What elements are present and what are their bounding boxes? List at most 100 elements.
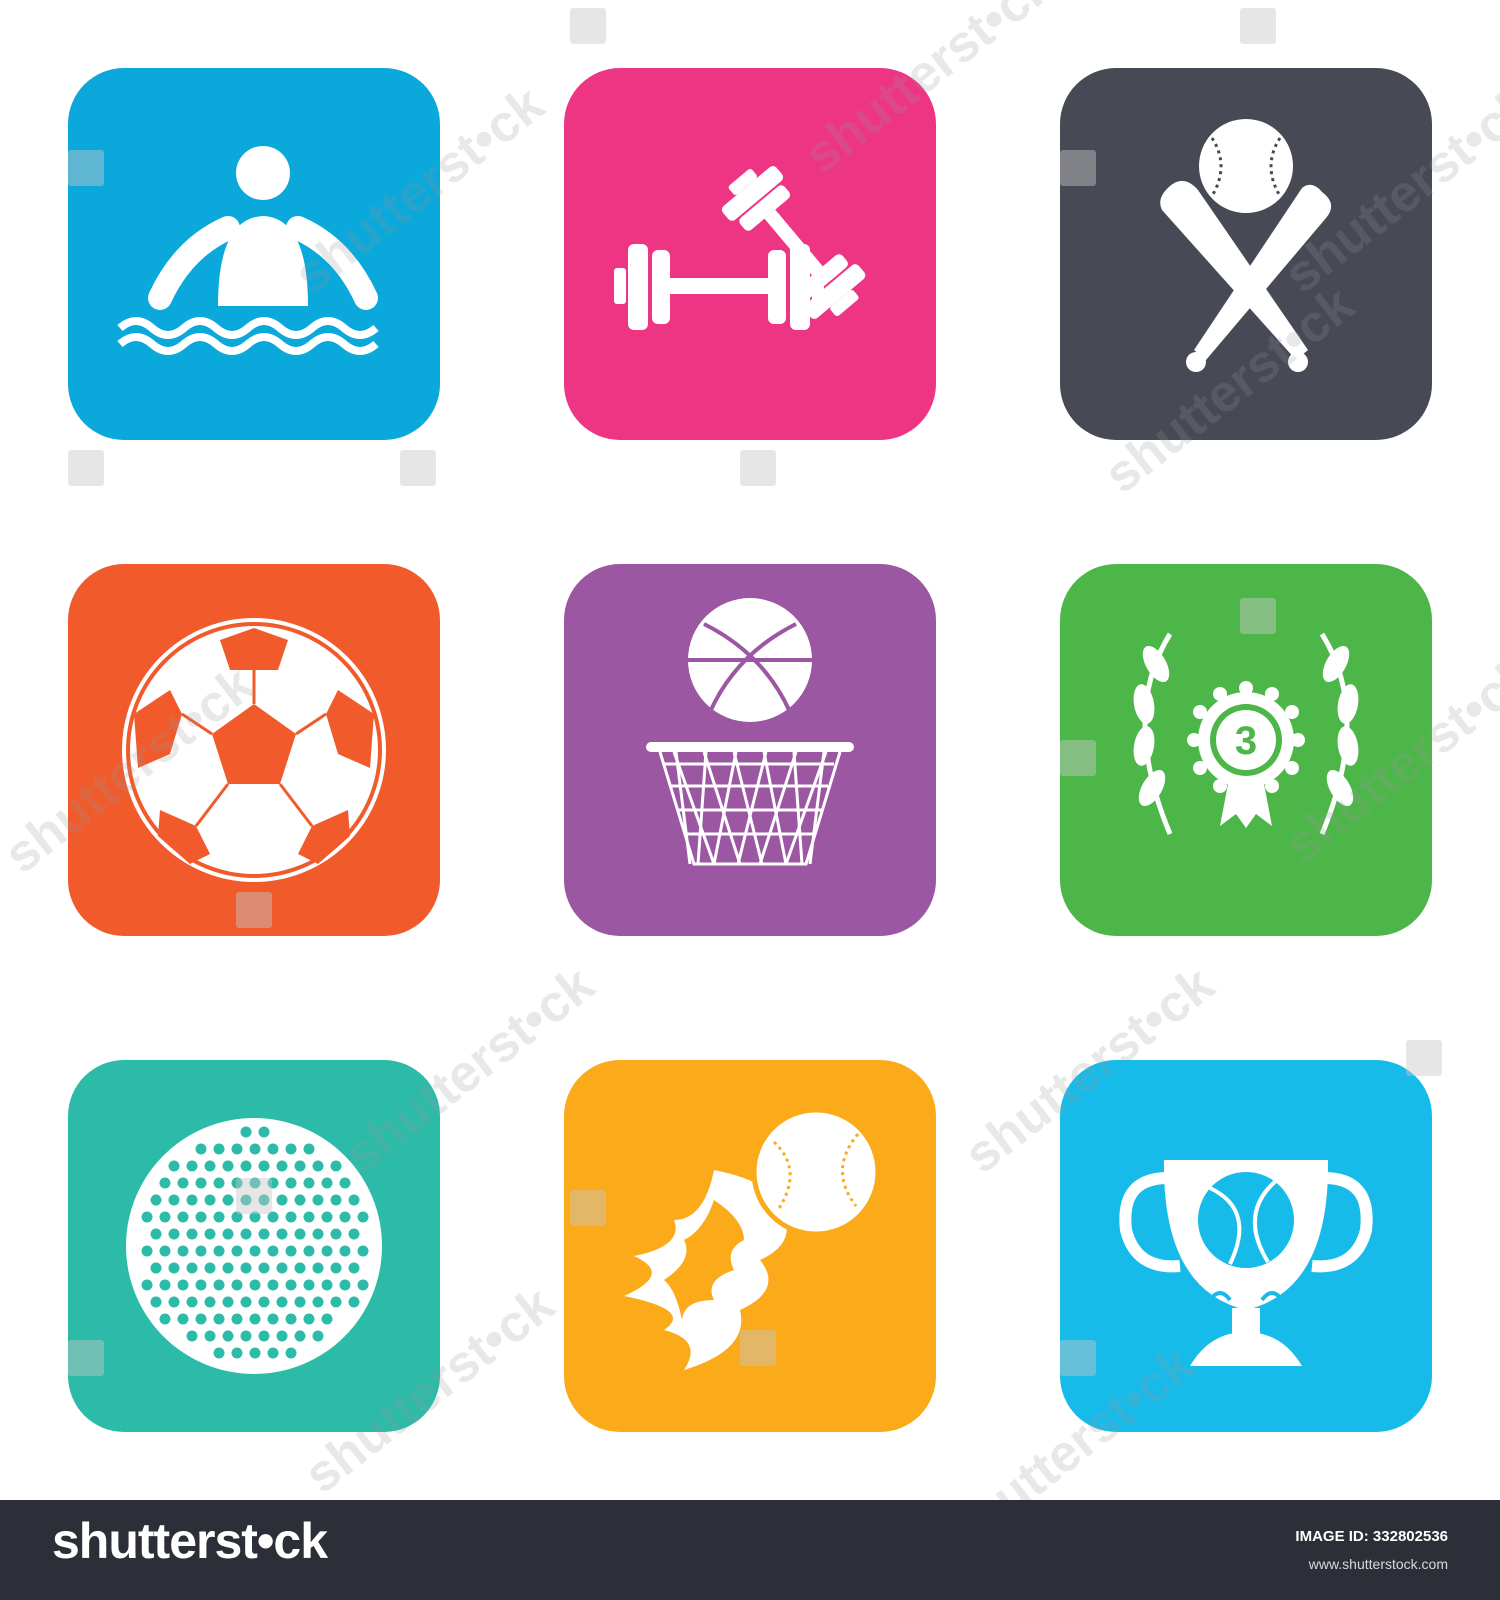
golf-dimple	[303, 1279, 315, 1291]
golf-dimple	[150, 1262, 162, 1274]
golf-dimple	[159, 1177, 171, 1189]
golf-dimple	[321, 1245, 333, 1257]
golf-dimple	[303, 1211, 315, 1223]
golf-dimple	[357, 1245, 369, 1257]
watermark-square	[570, 8, 606, 44]
golf-dimple	[330, 1262, 342, 1274]
golf-dimple	[267, 1245, 279, 1257]
golf-dimple	[240, 1296, 252, 1308]
golf-dimple	[168, 1160, 180, 1172]
golf-dimple	[141, 1245, 153, 1257]
football-icon	[122, 618, 386, 882]
golf-dimple	[303, 1177, 315, 1189]
golf-dimple	[159, 1313, 171, 1325]
golf-dimple	[222, 1262, 234, 1274]
golf-dimple	[222, 1228, 234, 1240]
tile-basketball	[564, 564, 936, 936]
golf-dimple	[258, 1296, 270, 1308]
golf-dimple	[213, 1143, 225, 1155]
golf-dimple	[321, 1313, 333, 1325]
footer-site-link[interactable]: www.shutterstock.com	[1309, 1556, 1448, 1572]
golf-dimple	[213, 1347, 225, 1359]
golf-dimple	[204, 1194, 216, 1206]
golf-ball-icon	[126, 1118, 382, 1374]
golf-dimple	[168, 1194, 180, 1206]
golf-dimple	[303, 1313, 315, 1325]
golf-dimple	[150, 1228, 162, 1240]
golf-dimple	[285, 1143, 297, 1155]
golf-dimple	[330, 1228, 342, 1240]
golf-dimple	[276, 1228, 288, 1240]
golf-dimple	[213, 1211, 225, 1223]
footer-brand-logo[interactable]: shutterst•ck	[52, 1512, 328, 1570]
golf-dimple	[141, 1211, 153, 1223]
golf-dimple	[222, 1194, 234, 1206]
tile-fireball	[564, 1060, 936, 1432]
golf-dimple	[222, 1330, 234, 1342]
golf-dimple	[231, 1279, 243, 1291]
baseball-bats-icon	[1160, 113, 1332, 372]
golf-dimple	[195, 1177, 207, 1189]
watermark-square	[1060, 150, 1096, 186]
golf-dimple	[159, 1211, 171, 1223]
basketball-icon	[646, 598, 854, 866]
golf-dimple	[357, 1211, 369, 1223]
golf-dimple	[249, 1143, 261, 1155]
golf-dimple	[276, 1330, 288, 1342]
watermark-square	[68, 1340, 104, 1376]
golf-dimple	[339, 1245, 351, 1257]
tile-football	[68, 564, 440, 936]
golf-dimple	[312, 1262, 324, 1274]
golf-dimple	[276, 1160, 288, 1172]
golf-dimple	[177, 1313, 189, 1325]
golf-dimple	[267, 1143, 279, 1155]
golf-dimple	[240, 1160, 252, 1172]
golf-dimple	[267, 1279, 279, 1291]
golf-dimple	[195, 1313, 207, 1325]
golf-dimple	[285, 1313, 297, 1325]
golf-dimple	[258, 1330, 270, 1342]
golf-dimple	[348, 1296, 360, 1308]
golf-dimple	[339, 1279, 351, 1291]
golf-dimple	[312, 1330, 324, 1342]
golf-dimple	[231, 1313, 243, 1325]
golf-dimple	[204, 1160, 216, 1172]
golf-dimple	[312, 1296, 324, 1308]
golf-dimple	[204, 1228, 216, 1240]
golf-dimple	[285, 1177, 297, 1189]
golf-dimple	[348, 1262, 360, 1274]
golf-dimple	[141, 1279, 153, 1291]
golf-dimple	[213, 1245, 225, 1257]
golf-dimple	[240, 1262, 252, 1274]
watermark-square	[1240, 8, 1276, 44]
tennis-cup-icon	[1119, 1160, 1373, 1366]
golf-dimple	[258, 1126, 270, 1138]
golf-dimple	[159, 1245, 171, 1257]
watermark-square	[570, 1190, 606, 1226]
watermark-square	[1406, 1040, 1442, 1076]
golf-dimple	[339, 1211, 351, 1223]
golf-dimple	[249, 1279, 261, 1291]
footer-bar: shutterst•ck IMAGE ID: 332802536 www.shu…	[0, 1500, 1500, 1600]
golf-dimple	[294, 1228, 306, 1240]
golf-dimple	[231, 1347, 243, 1359]
golf-dimple	[240, 1126, 252, 1138]
footer-image-id: IMAGE ID: 332802536	[1295, 1528, 1448, 1545]
golf-dimple	[294, 1160, 306, 1172]
golf-dimple	[240, 1330, 252, 1342]
golf-dimple	[186, 1330, 198, 1342]
tile-tennis-cup	[1060, 1060, 1432, 1432]
golf-dimple	[186, 1228, 198, 1240]
golf-dimple	[222, 1160, 234, 1172]
golf-dimple	[285, 1279, 297, 1291]
watermark-square	[1240, 598, 1276, 634]
golf-dimple	[213, 1279, 225, 1291]
golf-dimple	[285, 1245, 297, 1257]
golf-dimple	[312, 1194, 324, 1206]
golf-dimple	[348, 1228, 360, 1240]
golf-dimple	[213, 1313, 225, 1325]
golf-dimple	[321, 1279, 333, 1291]
golf-dimple	[168, 1296, 180, 1308]
award-number: 3	[1235, 719, 1257, 763]
golf-dimple	[321, 1177, 333, 1189]
